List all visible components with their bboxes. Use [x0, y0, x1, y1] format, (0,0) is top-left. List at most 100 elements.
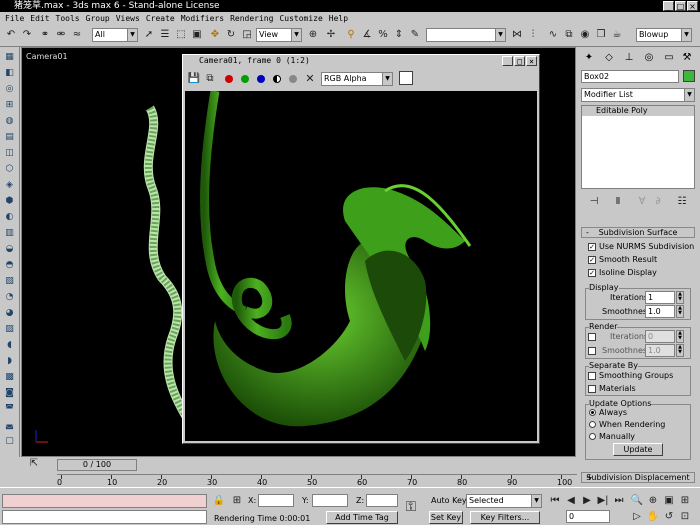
render-smoothness-input[interactable]: 1.0: [645, 344, 675, 357]
angle-snap-icon[interactable]: ∡: [360, 28, 374, 42]
red-channel-icon[interactable]: [225, 75, 233, 83]
clear-icon[interactable]: ✕: [303, 72, 317, 86]
snap-toggle-icon[interactable]: ⚲: [344, 28, 358, 42]
curve-editor-icon[interactable]: ∿: [546, 28, 560, 42]
maxscript-listener[interactable]: [2, 494, 207, 508]
align-icon[interactable]: ⫶: [526, 28, 540, 42]
tool-icon[interactable]: ▢: [3, 435, 16, 448]
blue-channel-icon[interactable]: [257, 75, 265, 83]
zoom-icon[interactable]: 🔍: [630, 494, 644, 508]
zoom-all-icon[interactable]: ⊕: [646, 494, 660, 508]
maximize-viewport-icon[interactable]: ⊡: [678, 510, 692, 524]
smoothness-input[interactable]: 1.0: [645, 305, 675, 318]
tool-icon[interactable]: ◕: [3, 307, 16, 320]
auto-key-label[interactable]: Auto Key: [431, 496, 467, 505]
subdivision-surface-rollout[interactable]: - Subdivision Surface: [581, 227, 695, 238]
mirror-icon[interactable]: ⋈: [510, 28, 524, 42]
green-channel-icon[interactable]: [241, 75, 249, 83]
tool-icon[interactable]: ⬡: [3, 163, 16, 176]
tool-icon[interactable]: ⊞: [3, 99, 16, 112]
manually-radio[interactable]: [589, 433, 596, 440]
menu-edit[interactable]: Edit: [27, 12, 52, 25]
maximize-button[interactable]: □: [675, 1, 686, 11]
current-frame-field[interactable]: 0: [566, 510, 610, 523]
menu-views[interactable]: Views: [113, 12, 143, 25]
tool-icon[interactable]: ▩: [3, 371, 16, 384]
menu-group[interactable]: Group: [83, 12, 113, 25]
create-tab-icon[interactable]: ✦: [581, 50, 597, 66]
render-iterations-spinner[interactable]: ▲ ▼: [676, 330, 684, 343]
tool-icon[interactable]: ◧: [3, 67, 16, 80]
maxscript-output[interactable]: [2, 510, 207, 524]
isoline-display-checkbox[interactable]: ✓: [588, 269, 596, 277]
clone-window-icon[interactable]: ⧉: [203, 72, 217, 86]
render-iterations-checkbox[interactable]: [588, 333, 596, 341]
y-coordinate-field[interactable]: [312, 494, 348, 507]
menu-create[interactable]: Create: [143, 12, 178, 25]
rotate-icon[interactable]: ↻: [224, 28, 238, 42]
tool-icon[interactable]: ◙: [3, 387, 16, 400]
menu-help[interactable]: Help: [326, 12, 351, 25]
select-by-name-icon[interactable]: ☰: [158, 28, 172, 42]
crossing-icon[interactable]: ▣: [190, 28, 204, 42]
set-key-button[interactable]: Set Key: [429, 511, 463, 524]
pan-icon[interactable]: ✋: [646, 510, 660, 524]
configure-sets-icon[interactable]: ☷: [675, 195, 689, 209]
render-iterations-input[interactable]: 0: [645, 330, 675, 343]
menu-file[interactable]: File: [2, 12, 27, 25]
z-coordinate-field[interactable]: [366, 494, 398, 507]
field-of-view-icon[interactable]: ▷: [630, 510, 644, 524]
go-to-start-icon[interactable]: ⏮: [548, 494, 562, 508]
play-icon[interactable]: ▶: [580, 494, 594, 508]
link-icon[interactable]: ⚭: [38, 28, 52, 42]
percent-snap-icon[interactable]: %: [376, 28, 390, 42]
tool-icon[interactable]: ◔: [3, 291, 16, 304]
modify-tab-icon[interactable]: ◇: [601, 50, 617, 66]
save-bitmap-icon[interactable]: 💾: [187, 72, 201, 86]
mini-curve-icon[interactable]: ⇱: [27, 457, 41, 471]
move-icon[interactable]: ✥: [208, 28, 222, 42]
modifier-stack[interactable]: Editable Poly: [581, 105, 695, 189]
utilities-tab-icon[interactable]: ⚒: [679, 50, 695, 66]
display-tab-icon[interactable]: ▭: [661, 50, 677, 66]
color-swatch[interactable]: [399, 71, 413, 85]
tool-icon[interactable]: ◒: [3, 243, 16, 256]
go-to-end-icon[interactable]: ⏭: [612, 494, 626, 508]
lock-selection-icon[interactable]: 🔒: [212, 494, 226, 508]
bind-space-warp-icon[interactable]: ≈: [70, 28, 84, 42]
spinner-snap-icon[interactable]: ⇕: [392, 28, 406, 42]
tool-icon[interactable]: ◖: [3, 339, 16, 352]
key-filters-button[interactable]: Key Filters...: [470, 511, 540, 524]
select-manipulate-icon[interactable]: ✢: [324, 28, 338, 42]
materials-checkbox[interactable]: [588, 385, 596, 393]
tool-icon[interactable]: ◗: [3, 355, 16, 368]
always-radio[interactable]: [589, 409, 596, 416]
menu-customize[interactable]: Customize: [276, 12, 325, 25]
pin-stack-icon[interactable]: ⊣: [587, 195, 601, 209]
reference-coordinate-dropdown[interactable]: View ▼: [256, 28, 302, 42]
subdivision-displacement-rollout[interactable]: + Subdivision Displacement: [581, 472, 695, 483]
minimize-button[interactable]: _: [663, 1, 674, 11]
channel-dropdown[interactable]: RGB Alpha ▼: [321, 72, 393, 86]
stack-item-editable-poly[interactable]: Editable Poly: [582, 106, 694, 116]
object-name-field[interactable]: Box02: [581, 70, 679, 83]
material-editor-icon[interactable]: ◉: [578, 28, 592, 42]
key-icon[interactable]: ⚿: [404, 500, 418, 514]
frame-close-button[interactable]: ×: [526, 56, 537, 66]
menu-tools[interactable]: Tools: [53, 12, 83, 25]
smoothness-spinner[interactable]: ▲ ▼: [676, 305, 684, 318]
render-type-dropdown[interactable]: Blowup ▼: [636, 28, 692, 42]
x-coordinate-field[interactable]: [258, 494, 294, 507]
orbit-icon[interactable]: ↺: [662, 510, 676, 524]
iterations-input[interactable]: 1: [645, 291, 675, 304]
render-scene-icon[interactable]: ❒: [594, 28, 608, 42]
redo-icon[interactable]: ↷: [20, 28, 34, 42]
close-button[interactable]: ×: [687, 1, 698, 11]
region-select-icon[interactable]: ⬚: [174, 28, 188, 42]
previous-frame-icon[interactable]: ◀: [564, 494, 578, 508]
tool-icon[interactable]: ◐: [3, 211, 16, 224]
update-button[interactable]: Update: [613, 443, 663, 456]
tool-icon[interactable]: ◚: [3, 403, 16, 416]
schematic-view-icon[interactable]: ⧉: [562, 28, 576, 42]
select-object-icon[interactable]: ➚: [142, 28, 156, 42]
